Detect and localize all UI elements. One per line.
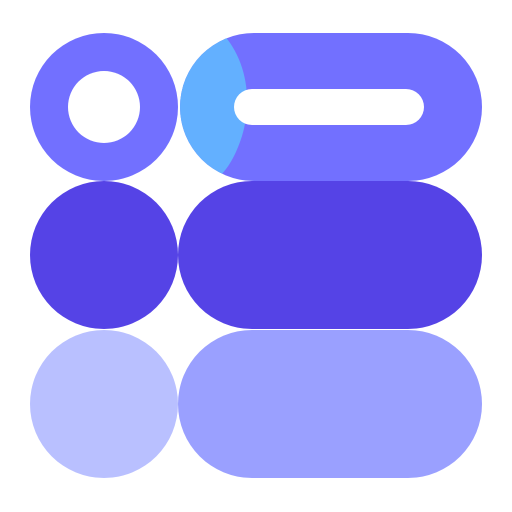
toggle-list-stack-icon	[0, 0, 512, 512]
app-icon-canvas	[0, 0, 512, 512]
top-line-cutout	[234, 89, 424, 125]
bottom-circle	[30, 330, 178, 478]
middle-pill-bar	[178, 181, 482, 329]
middle-circle	[30, 181, 178, 329]
top-ring-cutout	[68, 71, 140, 143]
bottom-pill-bar	[178, 330, 482, 478]
